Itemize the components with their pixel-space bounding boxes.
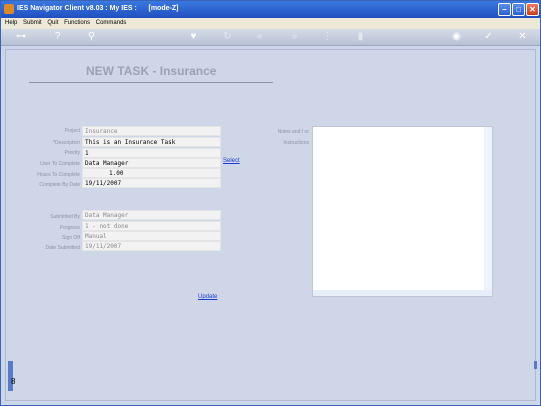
minimize-button[interactable]: – [498, 3, 511, 16]
notes-textarea[interactable] [312, 126, 493, 297]
menu-submit[interactable]: Submit [23, 18, 42, 26]
progress-field[interactable]: 1 - not done [82, 221, 221, 231]
side-tab-marker [8, 361, 13, 391]
complete-by-date-label: Complete By Date [39, 182, 80, 188]
sign-off-field[interactable]: Manual [82, 231, 221, 241]
maximize-button[interactable]: □ [512, 3, 525, 16]
back-icon[interactable]: « [253, 31, 266, 43]
menu-help[interactable]: Help [5, 18, 17, 26]
description-field[interactable]: This is an Insurance Task [82, 137, 221, 147]
menu-functions[interactable]: Functions [64, 18, 90, 26]
page-title: NEW TASK - Insurance [86, 64, 217, 78]
menu-commands[interactable]: Commands [96, 18, 127, 26]
menu-quit[interactable]: Quit [47, 18, 58, 26]
title-bar: IES Navigator Client v8.03 : My IES : [m… [1, 1, 540, 18]
app-icon [4, 4, 14, 14]
right-side-marker [534, 361, 537, 369]
priority-label: Priority [64, 150, 80, 156]
date-submitted-label: Date Submitted [45, 245, 80, 251]
title-divider [29, 82, 273, 83]
submitted-by-label: Submitted By [50, 214, 80, 220]
user-to-complete-label: User To Complete [40, 161, 80, 167]
description-label: *Description [53, 140, 80, 146]
instructions-label: Instructions [283, 140, 309, 146]
project-label: Project [64, 128, 80, 134]
update-link[interactable]: Update [198, 294, 217, 300]
submitted-by-field: Data Manager [82, 210, 221, 220]
complete-by-date-field[interactable]: 19/11/2007 [82, 178, 221, 188]
project-field[interactable]: Insurance [82, 126, 221, 136]
progress-label: Progress [59, 225, 80, 231]
user-to-complete-field[interactable]: Data Manager [82, 158, 221, 168]
notes-horizontal-scrollbar[interactable] [313, 290, 492, 296]
check-icon[interactable]: ✓ [482, 31, 495, 43]
refresh-icon[interactable]: ↻ [221, 31, 234, 43]
date-submitted-field: 19/11/2007 [82, 241, 221, 251]
menu-bar: Help Submit Quit Functions Commands [1, 18, 540, 29]
help-icon[interactable]: ? [51, 31, 64, 43]
window-title: IES Navigator Client v8.03 : My IES : [m… [17, 5, 179, 12]
toolbar: ⊶ ? ⚲ ♥ ↻ « » ⋮ ▮ ◉ ✓ ✕ [1, 29, 540, 46]
sign-off-label: Sign Off [62, 235, 80, 241]
search-icon[interactable]: ⚲ [85, 31, 98, 43]
hours-to-complete-field[interactable]: 1.00 [82, 168, 221, 178]
hours-to-complete-label: Hours To Complete [37, 172, 80, 178]
priority-field[interactable]: 1 [82, 148, 221, 158]
notes-label: Notes and / or [277, 129, 309, 135]
side-tab-glyph: 8 [11, 377, 16, 386]
card-icon[interactable]: ▮ [354, 31, 367, 43]
close-icon[interactable]: ✕ [516, 31, 529, 43]
tree-icon[interactable]: ⋮ [321, 31, 334, 43]
notes-vertical-scrollbar[interactable] [484, 127, 492, 296]
select-user-link[interactable]: Select [223, 158, 240, 164]
forward-icon[interactable]: » [288, 31, 301, 43]
app-window: IES Navigator Client v8.03 : My IES : [m… [0, 0, 541, 406]
heart-icon[interactable]: ♥ [187, 31, 200, 43]
globe-icon[interactable]: ◉ [450, 31, 463, 43]
close-button[interactable]: ✕ [526, 3, 539, 16]
home-icon[interactable]: ⊶ [9, 31, 33, 43]
